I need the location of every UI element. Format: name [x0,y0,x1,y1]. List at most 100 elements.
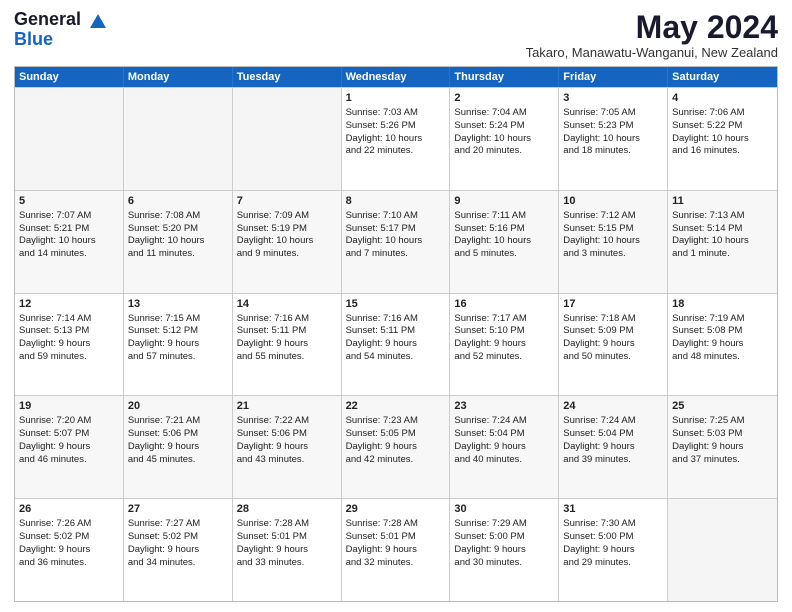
day-info-line: Sunrise: 7:12 AM [563,210,663,223]
day-info-line: and 1 minute. [672,248,773,261]
day-info-line: Sunset: 5:24 PM [454,120,554,133]
day-info-line: and 29 minutes. [563,557,663,570]
day-info-line: Daylight: 9 hours [563,338,663,351]
day-info-line: Sunset: 5:06 PM [128,428,228,441]
day-info-line: Sunset: 5:06 PM [237,428,337,441]
day-info-line: Sunrise: 7:08 AM [128,210,228,223]
day-info-line: and 7 minutes. [346,248,446,261]
day-info-line: Daylight: 9 hours [128,441,228,454]
day-info-line: and 33 minutes. [237,557,337,570]
day-info-line: Sunset: 5:13 PM [19,325,119,338]
day-number: 25 [672,399,773,414]
day-number: 30 [454,502,554,517]
day-info-line: Sunrise: 7:05 AM [563,107,663,120]
day-number: 20 [128,399,228,414]
day-info-line: and 20 minutes. [454,145,554,158]
day-number: 6 [128,194,228,209]
day-number: 22 [346,399,446,414]
day-number: 21 [237,399,337,414]
day-info-line: Daylight: 9 hours [19,338,119,351]
day-number: 12 [19,297,119,312]
day-info-line: Sunrise: 7:16 AM [237,313,337,326]
day-info-line: Daylight: 9 hours [672,338,773,351]
calendar-cell-2-0: 12Sunrise: 7:14 AMSunset: 5:13 PMDayligh… [15,294,124,396]
day-info-line: and 50 minutes. [563,351,663,364]
day-number: 2 [454,91,554,106]
day-info-line: Daylight: 10 hours [454,133,554,146]
calendar-cell-4-1: 27Sunrise: 7:27 AMSunset: 5:02 PMDayligh… [124,499,233,601]
title-block: May 2024 Takaro, Manawatu-Wanganui, New … [526,10,778,60]
calendar-cell-2-4: 16Sunrise: 7:17 AMSunset: 5:10 PMDayligh… [450,294,559,396]
day-info-line: and 11 minutes. [128,248,228,261]
day-info-line: Sunrise: 7:24 AM [454,415,554,428]
calendar-cell-3-6: 25Sunrise: 7:25 AMSunset: 5:03 PMDayligh… [668,396,777,498]
day-info-line: and 59 minutes. [19,351,119,364]
day-number: 13 [128,297,228,312]
day-info-line: Sunrise: 7:17 AM [454,313,554,326]
calendar-row-2: 12Sunrise: 7:14 AMSunset: 5:13 PMDayligh… [15,293,777,396]
calendar-cell-0-1 [124,88,233,190]
day-number: 28 [237,502,337,517]
day-info-line: Daylight: 9 hours [19,441,119,454]
day-info-line: Sunset: 5:12 PM [128,325,228,338]
day-number: 17 [563,297,663,312]
day-info-line: Daylight: 9 hours [128,544,228,557]
day-info-line: Sunset: 5:09 PM [563,325,663,338]
day-info-line: Daylight: 9 hours [454,441,554,454]
calendar-cell-3-2: 21Sunrise: 7:22 AMSunset: 5:06 PMDayligh… [233,396,342,498]
day-info-line: Daylight: 9 hours [346,441,446,454]
day-number: 1 [346,91,446,106]
day-info-line: Sunrise: 7:28 AM [346,518,446,531]
calendar-row-1: 5Sunrise: 7:07 AMSunset: 5:21 PMDaylight… [15,190,777,293]
day-info-line: Sunset: 5:11 PM [237,325,337,338]
calendar-cell-0-6: 4Sunrise: 7:06 AMSunset: 5:22 PMDaylight… [668,88,777,190]
day-info-line: Sunset: 5:04 PM [454,428,554,441]
day-info-line: Sunset: 5:11 PM [346,325,446,338]
day-info-line: Sunset: 5:23 PM [563,120,663,133]
calendar-cell-3-5: 24Sunrise: 7:24 AMSunset: 5:04 PMDayligh… [559,396,668,498]
day-info-line: Sunset: 5:17 PM [346,223,446,236]
day-info-line: Sunset: 5:16 PM [454,223,554,236]
day-info-line: Sunrise: 7:28 AM [237,518,337,531]
day-number: 3 [563,91,663,106]
day-info-line: Sunset: 5:22 PM [672,120,773,133]
day-info-line: and 42 minutes. [346,454,446,467]
day-info-line: and 22 minutes. [346,145,446,158]
day-info-line: Sunset: 5:01 PM [346,531,446,544]
day-number: 29 [346,502,446,517]
calendar-cell-2-2: 14Sunrise: 7:16 AMSunset: 5:11 PMDayligh… [233,294,342,396]
header-friday: Friday [559,67,668,87]
day-number: 11 [672,194,773,209]
day-info-line: Sunrise: 7:10 AM [346,210,446,223]
calendar-row-3: 19Sunrise: 7:20 AMSunset: 5:07 PMDayligh… [15,395,777,498]
page: General Blue May 2024 Takaro, Manawatu-W… [0,0,792,612]
day-info-line: and 52 minutes. [454,351,554,364]
day-info-line: Daylight: 9 hours [19,544,119,557]
calendar-cell-4-0: 26Sunrise: 7:26 AMSunset: 5:02 PMDayligh… [15,499,124,601]
day-info-line: Daylight: 10 hours [672,133,773,146]
day-info-line: Sunset: 5:02 PM [128,531,228,544]
day-info-line: Sunset: 5:07 PM [19,428,119,441]
calendar: Sunday Monday Tuesday Wednesday Thursday… [14,66,778,602]
day-info-line: Sunrise: 7:07 AM [19,210,119,223]
header-thursday: Thursday [450,67,559,87]
day-info-line: Sunset: 5:04 PM [563,428,663,441]
day-info-line: Sunset: 5:20 PM [128,223,228,236]
calendar-cell-3-1: 20Sunrise: 7:21 AMSunset: 5:06 PMDayligh… [124,396,233,498]
day-info-line: and 3 minutes. [563,248,663,261]
day-info-line: and 55 minutes. [237,351,337,364]
day-info-line: Daylight: 10 hours [672,235,773,248]
day-info-line: and 18 minutes. [563,145,663,158]
calendar-cell-4-6 [668,499,777,601]
calendar-cell-1-0: 5Sunrise: 7:07 AMSunset: 5:21 PMDaylight… [15,191,124,293]
calendar-header: Sunday Monday Tuesday Wednesday Thursday… [15,67,777,87]
logo-triangle-icon [88,10,108,30]
calendar-cell-4-2: 28Sunrise: 7:28 AMSunset: 5:01 PMDayligh… [233,499,342,601]
day-info-line: Sunrise: 7:24 AM [563,415,663,428]
subtitle: Takaro, Manawatu-Wanganui, New Zealand [526,45,778,60]
day-info-line: Daylight: 10 hours [454,235,554,248]
logo-general: General [14,10,108,30]
calendar-cell-2-3: 15Sunrise: 7:16 AMSunset: 5:11 PMDayligh… [342,294,451,396]
day-info-line: Daylight: 9 hours [237,441,337,454]
day-info-line: Sunset: 5:10 PM [454,325,554,338]
